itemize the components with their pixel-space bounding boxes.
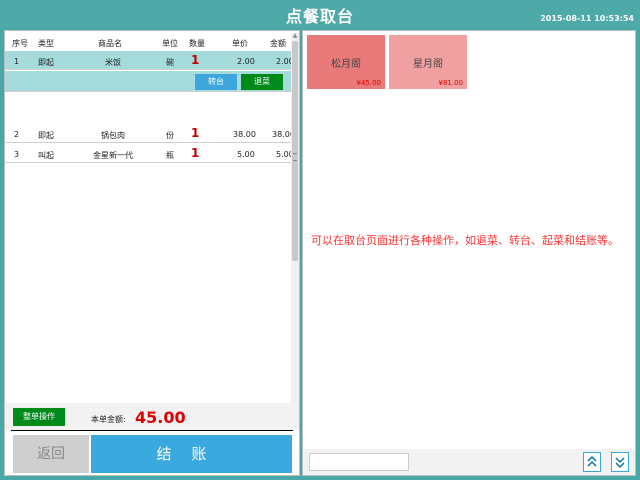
double-chevron-down-icon	[615, 457, 625, 469]
table-panel: 松月阁 ¥45.00 星月阁 ¥81.00 可以在取台页面进行各种操作，如退菜、…	[302, 30, 636, 476]
table-row[interactable]: 3 叫起 金星新一代 瓶 1 5.00 5.00	[5, 144, 291, 163]
table-card[interactable]: 星月阁 ¥81.00	[389, 35, 467, 89]
return-dish-button[interactable]: 退菜	[241, 74, 283, 90]
order-table: 序号 类型 商品名 单位 数量 单价 金额 1 即起 米饭 碗 1 2.00 2…	[5, 31, 291, 403]
col-name: 商品名	[98, 39, 122, 48]
double-chevron-up-icon	[587, 455, 597, 467]
table-name: 星月阁	[413, 59, 443, 70]
grip-icon	[293, 153, 297, 161]
table-row[interactable]: 2 即起 锅包肉 份 1 38.00 38.00	[5, 124, 291, 143]
back-button[interactable]: 返回	[13, 435, 89, 473]
col-amount: 金额	[270, 39, 286, 48]
datetime: 2015-08-11 10:53:54	[540, 14, 634, 23]
table-name: 松月阁	[331, 59, 361, 70]
table-header: 序号 类型 商品名 单位 数量 单价 金额	[5, 31, 291, 51]
col-no: 序号	[12, 39, 28, 48]
page-up-button[interactable]	[583, 452, 601, 472]
col-qty: 数量	[189, 39, 205, 48]
table-price: ¥45.00	[356, 79, 382, 87]
total-label: 本单金额:	[91, 415, 126, 424]
hint-text: 可以在取台页面进行各种操作，如退菜、转台、起菜和结账等。	[311, 234, 619, 247]
title-bar: 点餐取台 2015-08-11 10:53:54	[0, 0, 640, 28]
divider	[11, 430, 293, 431]
scroll-thumb[interactable]	[292, 41, 298, 261]
row-action-bar: 转台 退菜	[5, 71, 291, 92]
col-type: 类型	[38, 39, 54, 48]
scroll-up-arrow-icon[interactable]: ▲	[292, 33, 298, 39]
total-value: 45.00	[135, 408, 186, 427]
page-down-button[interactable]	[611, 452, 629, 472]
table-row[interactable]: 1 即起 米饭 碗 1 2.00 2.00	[5, 51, 291, 70]
order-scrollbar[interactable]: ▲	[291, 33, 299, 403]
col-unit: 单位	[162, 39, 178, 48]
search-input[interactable]	[309, 453, 409, 471]
checkout-button[interactable]: 结账	[91, 435, 292, 473]
col-price: 单价	[232, 39, 248, 48]
table-price: ¥81.00	[438, 79, 464, 87]
transfer-table-button[interactable]: 转台	[195, 74, 237, 90]
whole-order-button[interactable]: 整单操作	[13, 408, 65, 426]
table-card[interactable]: 松月阁 ¥45.00	[307, 35, 385, 89]
order-panel: 序号 类型 商品名 单位 数量 单价 金额 1 即起 米饭 碗 1 2.00 2…	[4, 30, 300, 476]
